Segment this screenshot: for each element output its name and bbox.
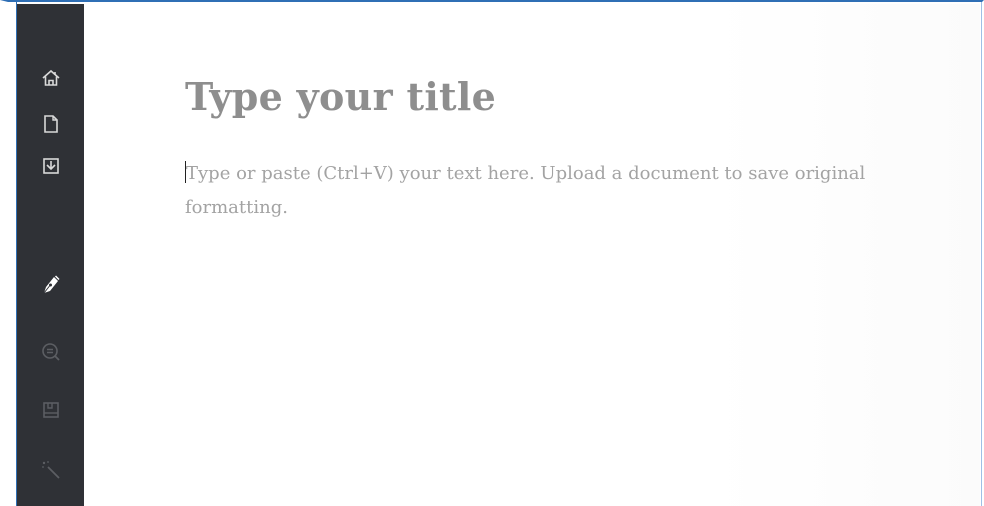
sidebar-item-library[interactable] [17,390,84,430]
title-input[interactable]: Type your title [185,74,885,119]
download-icon [42,158,59,174]
sidebar-item-download[interactable] [17,146,84,186]
sidebar-item-review[interactable] [17,332,84,372]
body-input[interactable]: Type or paste (Ctrl+V) your text here. U… [185,157,905,225]
window-right-border [981,2,982,506]
pen-icon [43,275,60,294]
book-icon [42,402,59,418]
search-review-icon [41,343,60,361]
sidebar-item-home[interactable] [17,58,84,98]
sidebar-item-new-document[interactable] [17,104,84,144]
sidebar-item-writing[interactable] [17,265,84,305]
home-icon [41,69,60,86]
new-document-icon [43,115,58,133]
body-placeholder: Type or paste (Ctrl+V) your text here. U… [185,163,866,218]
sidebar-item-magic[interactable] [17,450,84,490]
sidebar [17,4,84,506]
editor-area[interactable]: Type your title Type or paste (Ctrl+V) y… [84,4,980,506]
magic-wand-icon [41,461,60,479]
app-window: Type your title Type or paste (Ctrl+V) y… [0,0,984,506]
